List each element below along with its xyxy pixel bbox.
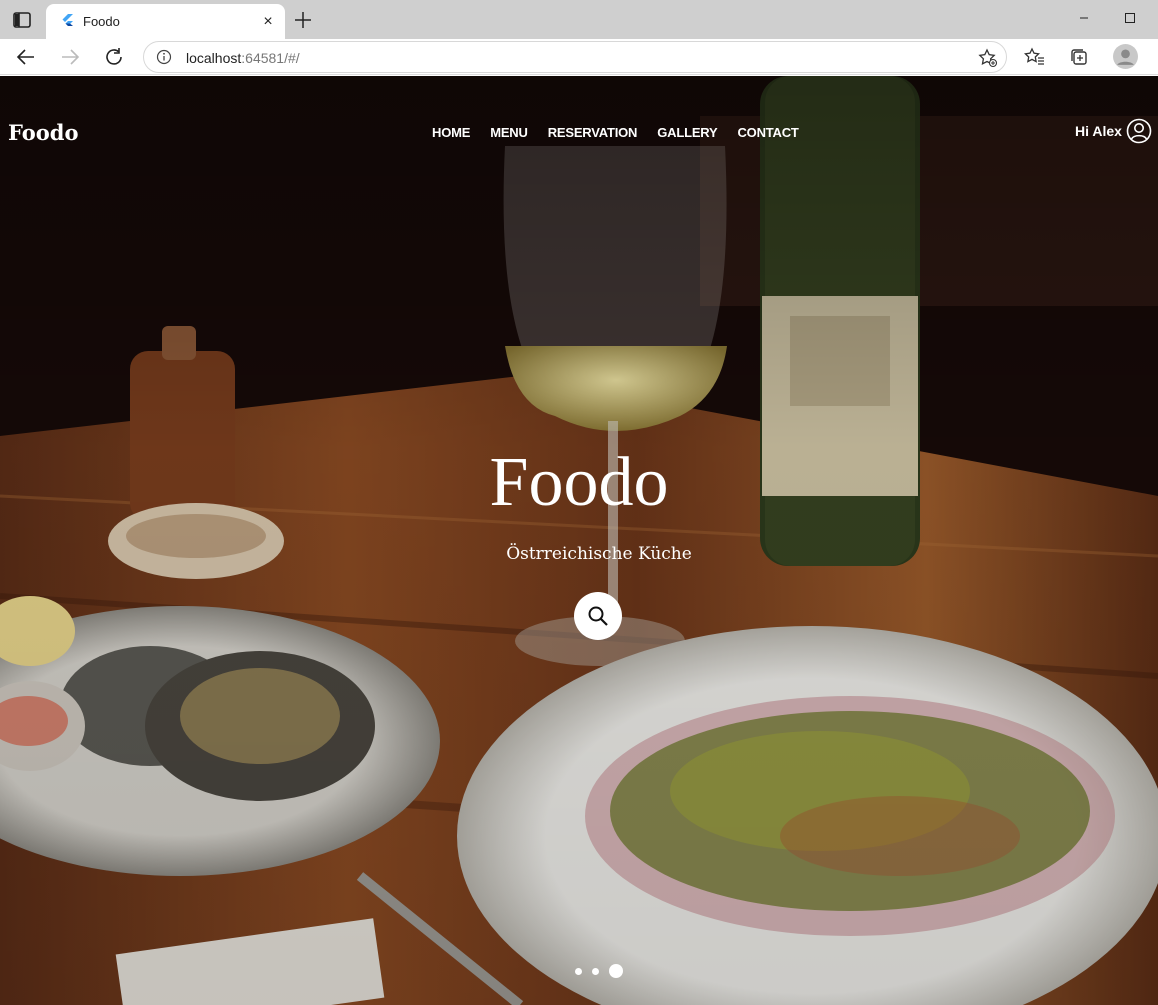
collections-icon[interactable] (1068, 46, 1090, 68)
carousel-dot[interactable] (592, 968, 599, 975)
browser-tab[interactable]: Foodo × (46, 4, 285, 39)
carousel-dot-active[interactable] (609, 964, 623, 978)
hero-title: Foodo (489, 444, 669, 521)
close-icon[interactable]: × (258, 12, 278, 32)
back-icon[interactable] (15, 46, 37, 68)
browser-tab-strip: Foodo × (0, 0, 1158, 39)
nav-gallery[interactable]: GALLERY (657, 125, 717, 140)
sidebar-toggle-icon[interactable] (12, 11, 32, 29)
search-icon (588, 606, 608, 626)
hero-subtitle: Östrreichische Küche (506, 544, 692, 564)
main-nav: HOME MENU RESERVATION GALLERY CONTACT (432, 125, 819, 140)
minimize-icon[interactable] (1072, 8, 1096, 28)
info-icon[interactable] (156, 49, 172, 65)
search-button[interactable] (574, 592, 622, 640)
nav-menu[interactable]: MENU (490, 125, 528, 140)
maximize-icon[interactable] (1118, 8, 1142, 28)
carousel-dot[interactable] (575, 968, 582, 975)
hero-overlay (0, 76, 1158, 1005)
nav-reservation[interactable]: RESERVATION (548, 125, 638, 140)
plus-icon[interactable] (292, 9, 314, 31)
hero-section: Foodo HOME MENU RESERVATION GALLERY CONT… (0, 76, 1158, 1005)
refresh-icon[interactable] (103, 46, 125, 68)
favorites-icon[interactable] (1024, 46, 1046, 68)
user-account-icon[interactable] (1126, 118, 1152, 144)
favorite-add-icon[interactable] (978, 48, 998, 68)
forward-icon[interactable] (59, 46, 81, 68)
address-bar[interactable]: localhost:64581/#/ (143, 41, 1007, 73)
profile-icon[interactable] (1113, 44, 1138, 69)
user-greeting[interactable]: Hi Alex (1075, 123, 1122, 139)
browser-toolbar: localhost:64581/#/ (0, 39, 1158, 75)
flutter-favicon-icon (62, 14, 73, 26)
site-logo[interactable]: Foodo (8, 120, 78, 145)
address-text: localhost:64581/#/ (186, 50, 300, 66)
nav-home[interactable]: HOME (432, 125, 470, 140)
nav-contact[interactable]: CONTACT (737, 125, 798, 140)
tab-title: Foodo (83, 14, 120, 29)
